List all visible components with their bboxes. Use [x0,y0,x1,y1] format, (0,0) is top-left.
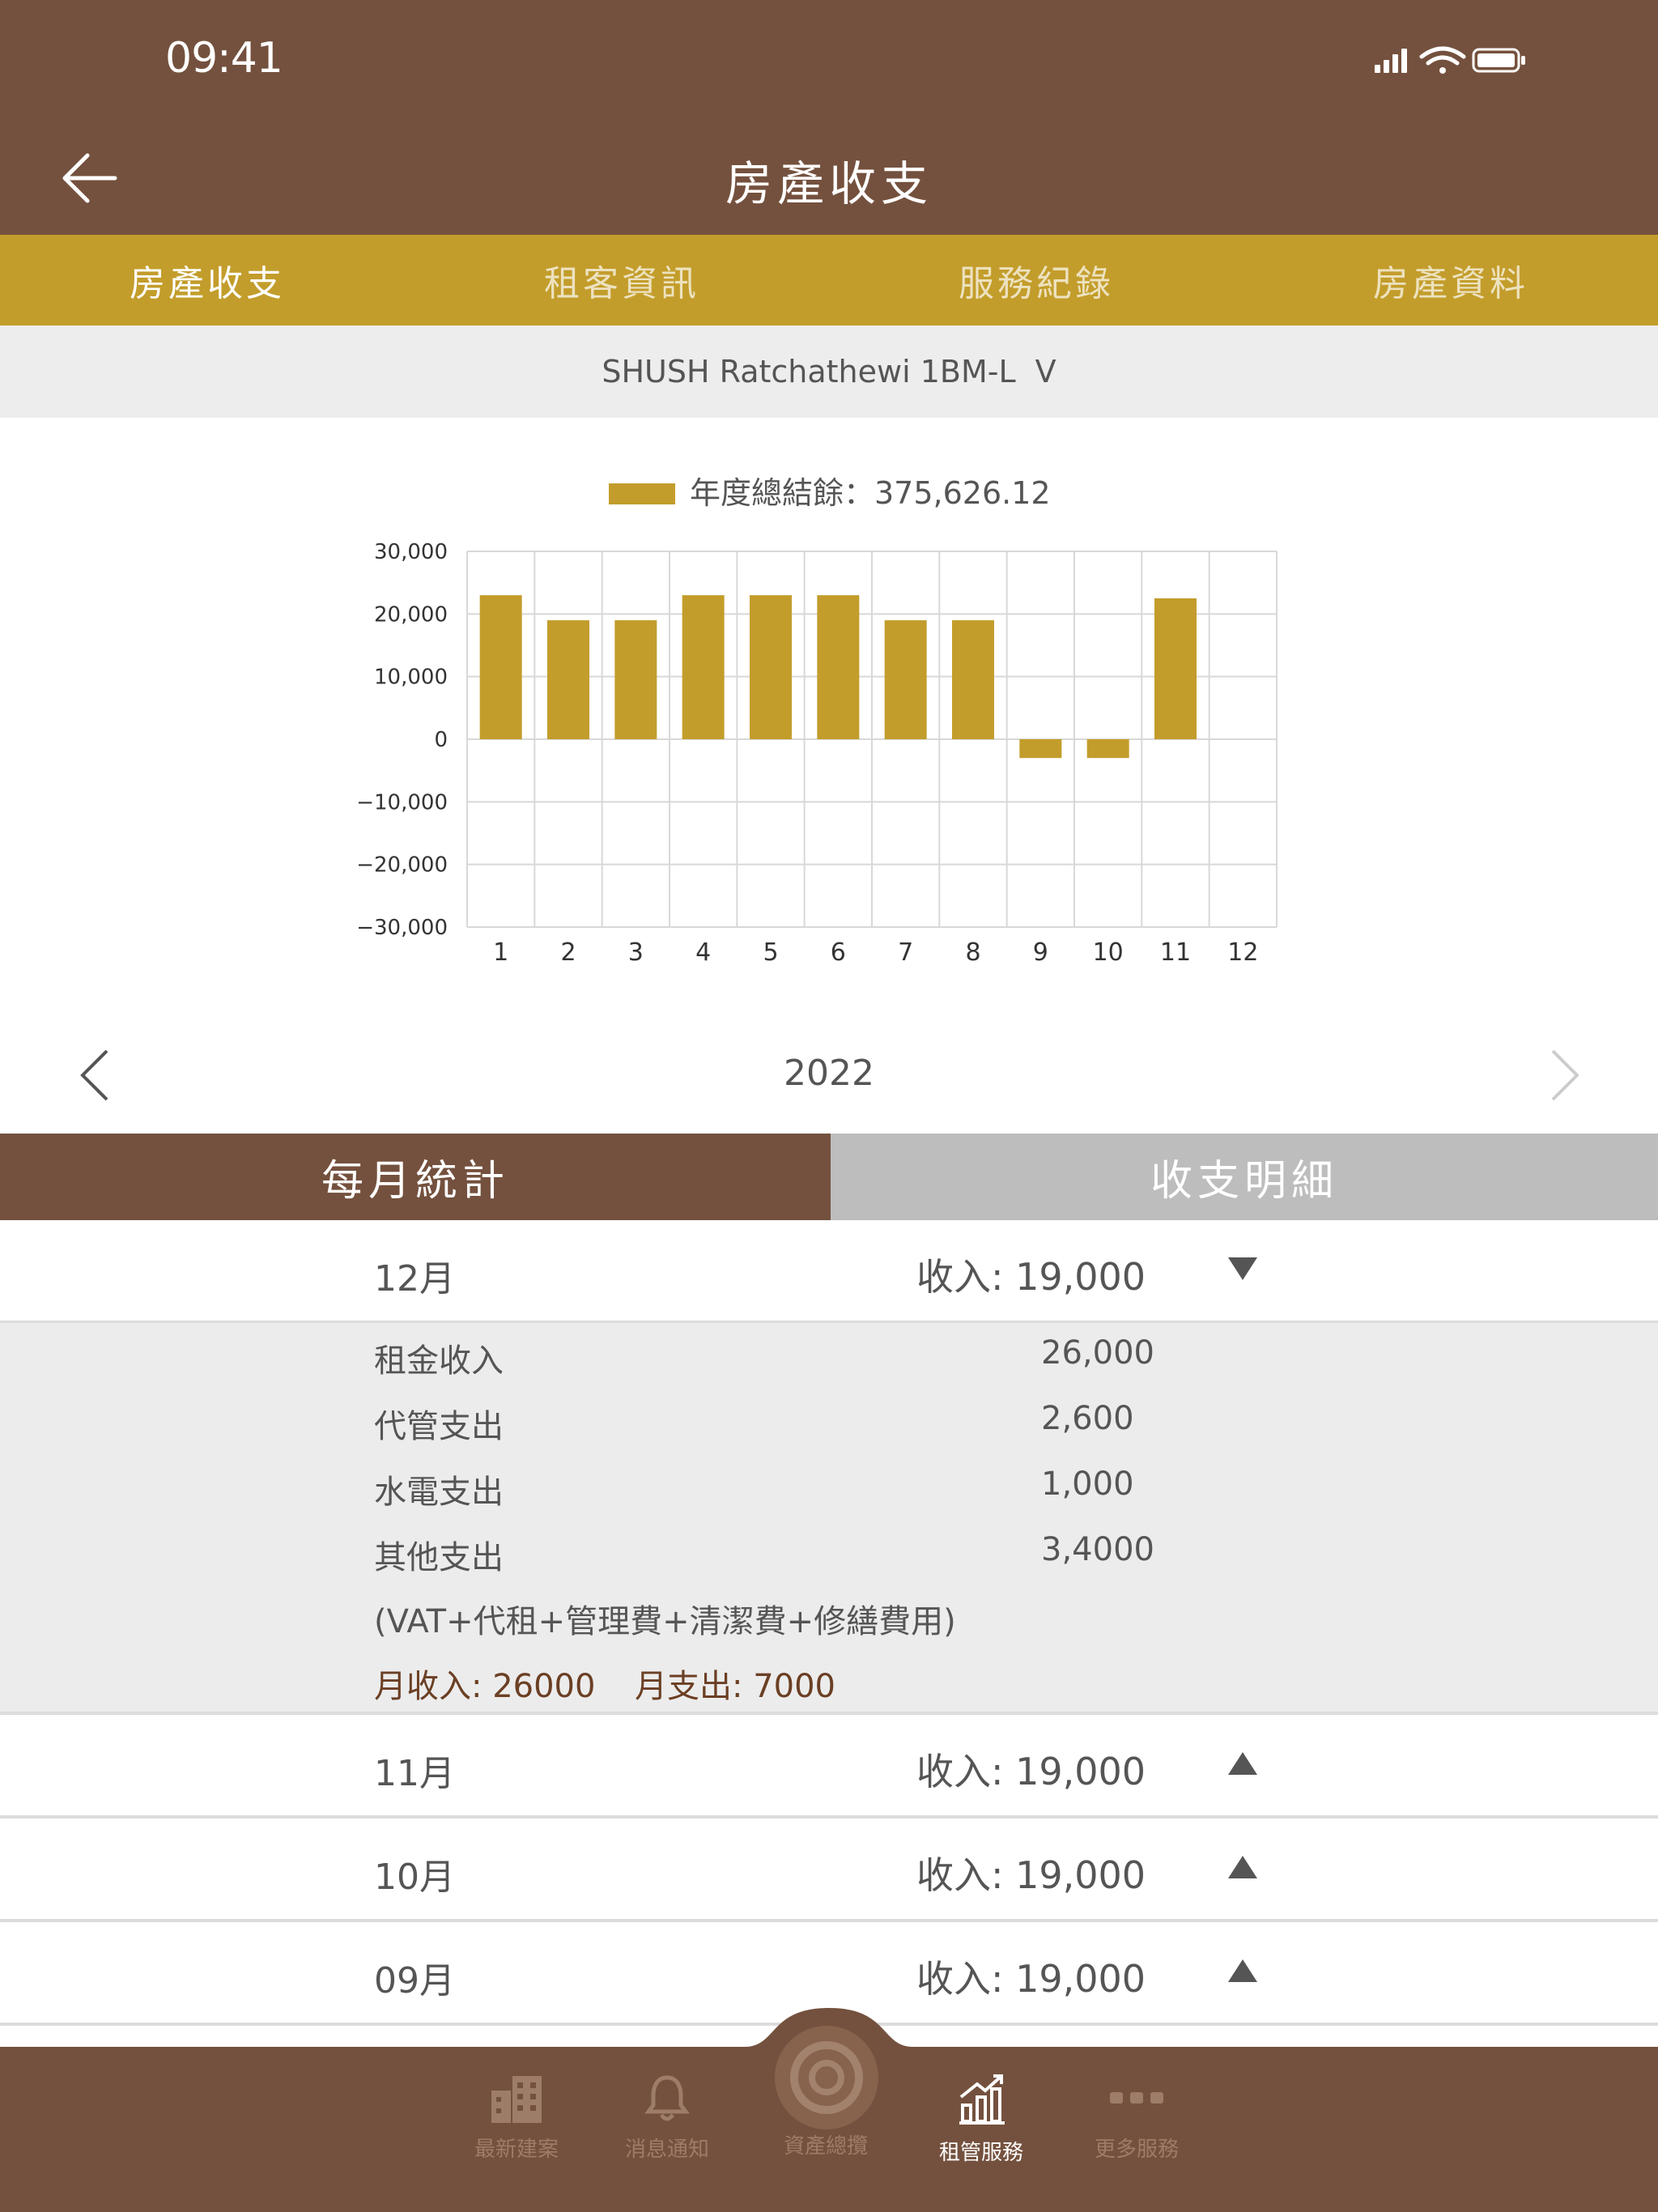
triangle-down-icon [1228,1257,1257,1280]
bell-icon [644,2075,690,2121]
chart-bar [682,595,725,739]
x-tick-label: 10 [1093,938,1124,967]
detail-value: 1,000 [1041,1465,1134,1503]
more-dots-icon [1110,2092,1163,2104]
detail-value: 2,600 [1041,1400,1134,1437]
page-title: 房產收支 [725,156,933,211]
status-time: 09:41 [165,34,283,83]
nav-notifications[interactable]: 消息通知 [602,2073,732,2163]
detail-value: 26,000 [1041,1334,1154,1372]
y-tick-label: 0 [434,728,448,752]
month-income: 收入: 19,000 [916,1853,1146,1897]
x-tick-label: 5 [763,938,778,967]
property-selector[interactable]: SHUSH Ratchathewi 1BM-L V [0,325,1658,418]
chart-bar [1154,598,1197,739]
nav-more-services[interactable]: 更多服務 [1072,2073,1201,2163]
x-tick-label: 6 [831,938,846,967]
status-icons [1373,45,1527,78]
triangle-up-icon [1228,1959,1257,1982]
detail-label: 代管支出 [374,1408,504,1445]
month-detail-panel: 租金收入 26,000 代管支出 2,600 水電支出 1,000 其他支出 3… [0,1323,1658,1715]
x-tick-label: 4 [695,938,711,967]
tab-service-records[interactable]: 服務紀錄 [829,235,1244,325]
segment-monthly-stats[interactable]: 每月統計 [0,1134,831,1220]
legend-label: 年度總結餘：375,626.12 [690,475,1051,511]
x-tick-label: 8 [965,938,980,967]
battery-icon [1472,48,1525,73]
chart-bar [547,620,589,739]
month-label: 12月 [374,1258,455,1300]
signal-icon [1375,49,1407,73]
tab-property-finance[interactable]: 房產收支 [0,235,414,325]
x-tick-label: 12 [1227,938,1258,967]
monthly-expense-summary: 月支出: 7000 [635,1668,835,1705]
chart-up-icon [959,2074,1005,2125]
nav-rental-services[interactable]: 租管服務 [916,2073,1046,2166]
segment-detail[interactable]: 收支明細 [831,1134,1658,1220]
month-row[interactable]: 10月 收入: 19,000 [0,1819,1658,1922]
chart-bar [1019,739,1062,759]
tab-tenant-info[interactable]: 租客資訊 [414,235,829,325]
nav-label: 消息通知 [624,2138,709,2162]
tab-bar: 房產收支 租客資訊 服務紀錄 房產資料 [0,235,1658,325]
y-tick-label: −30,000 [356,916,448,940]
wifi-icon [1419,46,1466,66]
x-tick-label: 1 [493,938,508,967]
month-income: 收入: 19,000 [916,1255,1146,1299]
chart-bar [479,595,522,739]
nav-label: 最新建案 [474,2138,559,2162]
detail-label: 其他支出 [374,1539,504,1576]
month-label: 10月 [374,1857,455,1898]
chevron-down-icon: V [1035,354,1056,389]
detail-label: 租金收入 [374,1342,504,1380]
triangle-up-icon [1228,1856,1257,1878]
detail-label: 水電支出 [374,1474,504,1511]
detail-note: (VAT+代租+管理費+清潔費+修繕費用) [374,1603,956,1640]
month-label: 11月 [374,1753,455,1794]
y-tick-label: −20,000 [356,853,448,878]
x-tick-label: 9 [1033,938,1048,967]
x-tick-label: 7 [898,938,913,967]
chart-bar [884,620,927,739]
nav-new-projects[interactable]: 最新建案 [452,2073,581,2163]
x-tick-label: 11 [1160,938,1191,967]
y-tick-label: −10,000 [356,790,448,815]
monthly-balance-chart: 年度總結餘：375,626.12 30,000 20,000 10,000 0 −10,0… [356,475,1278,967]
month-income: 收入: 19,000 [916,1957,1146,2001]
next-year-button[interactable] [1546,1046,1585,1104]
chart-bar [1086,739,1129,759]
detail-value: 3,4000 [1041,1531,1154,1568]
legend-swatch [609,483,675,504]
x-tick-label: 2 [560,938,576,967]
chart-bar [952,620,994,739]
chevron-right-icon [1551,1049,1579,1101]
x-tick-label: 3 [628,938,644,967]
year-label: 2022 [784,1053,874,1094]
month-label: 09月 [374,1960,455,2001]
tab-property-data[interactable]: 房產資料 [1244,235,1658,325]
chart-bar [614,620,657,739]
chart-bar [817,595,860,739]
y-tick-label: 10,000 [374,666,448,690]
y-tick-label: 30,000 [374,540,448,564]
nav-label: 租管服務 [938,2141,1023,2165]
nav-label: 資產總攬 [783,2134,868,2159]
nav-label: 更多服務 [1094,2138,1179,2162]
y-tick-label: 20,000 [374,602,448,627]
month-row[interactable]: 11月 收入: 19,000 [0,1715,1658,1819]
month-row[interactable]: 12月 收入: 19,000 [0,1220,1658,1324]
month-income: 收入: 19,000 [916,1750,1146,1793]
nav-icon-spacer [761,2073,891,2123]
chart-bar [750,595,792,739]
triangle-up-icon [1228,1752,1257,1775]
property-name: SHUSH Ratchathewi 1BM-L [602,354,1016,389]
nav-asset-overview[interactable]: 資產總攬 [761,2073,891,2159]
monthly-income-summary: 月收入: 26000 [374,1668,596,1705]
building-icon [491,2076,542,2123]
